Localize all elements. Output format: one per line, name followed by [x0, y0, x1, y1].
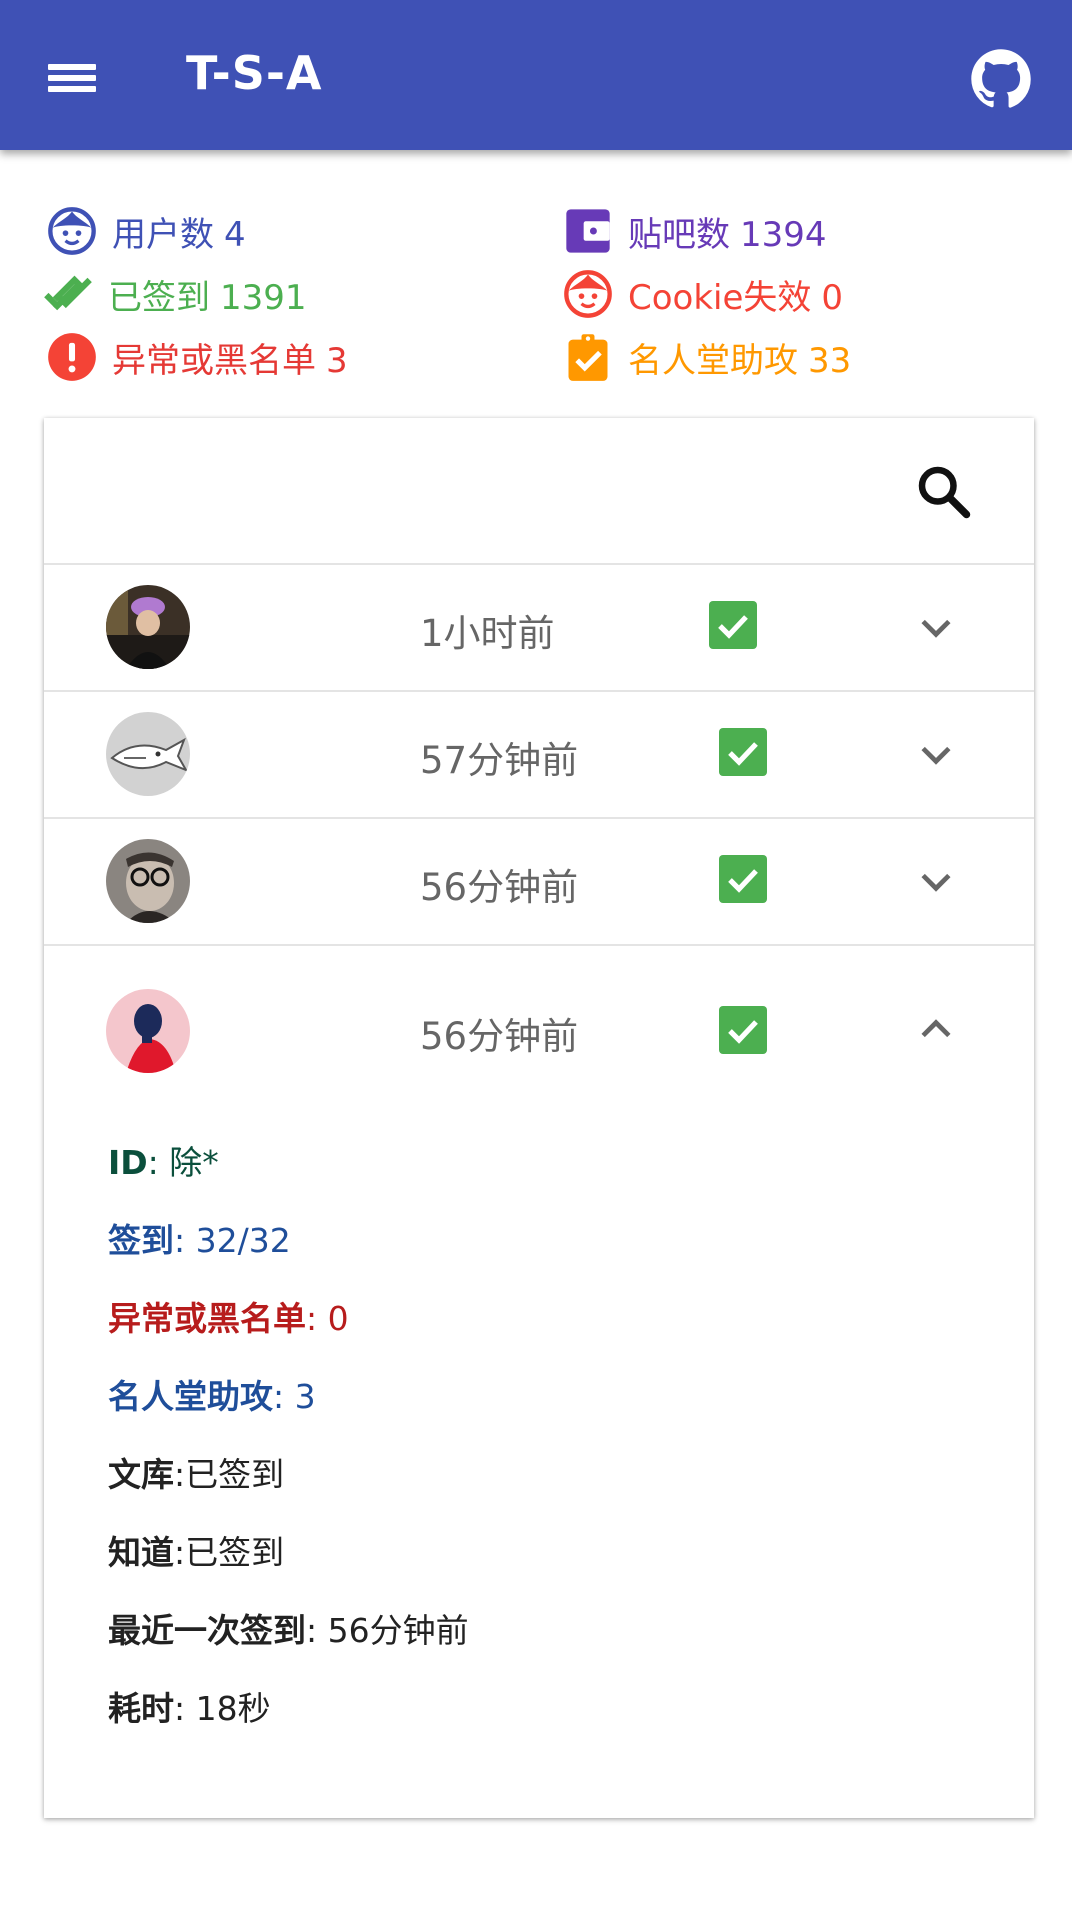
signed-checkbox	[719, 1006, 767, 1054]
stat-label: Cookie失效	[628, 277, 812, 318]
detail-label: 名人堂助攻	[108, 1377, 273, 1416]
stat-label: 名人堂助攻	[628, 340, 798, 381]
chevron-down-icon[interactable]	[914, 732, 958, 776]
user-row[interactable]: 56分钟前	[44, 817, 1034, 944]
clipboard-check-icon	[568, 334, 608, 381]
user-row[interactable]: 57分钟前	[44, 690, 1034, 817]
check-icon	[728, 869, 758, 893]
app-title: T-S-A	[186, 46, 323, 100]
detail-label: 文库	[108, 1455, 174, 1494]
detail-value: : 32/32	[174, 1221, 291, 1260]
alert-icon	[48, 333, 96, 381]
detail-value: : 0	[306, 1299, 349, 1338]
detail-value: : 56分钟前	[306, 1611, 469, 1650]
detail-value: :已签到	[174, 1533, 285, 1572]
check-icon	[728, 1020, 758, 1044]
avatar	[106, 839, 190, 923]
stats-panel: 用户数 4 贴吧数 1394 已签到 1391 Cookie失效 0 异常或黑名…	[0, 200, 1072, 400]
detail-label: 签到	[108, 1221, 174, 1260]
detail-duration: 耗时: 18秒	[108, 1686, 1008, 1764]
detail-value: : 除*	[147, 1143, 219, 1182]
detail-sign: 签到: 32/32	[108, 1218, 1008, 1296]
detail-value: :已签到	[174, 1455, 285, 1494]
detail-zhidao: 知道:已签到	[108, 1530, 1008, 1608]
signed-checkbox	[719, 855, 767, 903]
detail-label: 异常或黑名单	[108, 1299, 306, 1338]
stat-signed: 已签到 1391	[42, 266, 307, 322]
last-sign-time: 1小时前	[420, 612, 555, 655]
menu-icon-bar	[48, 64, 96, 70]
face-icon	[48, 207, 96, 255]
signed-checkbox	[709, 601, 757, 649]
stat-value: 1391	[220, 277, 307, 318]
stat-value: 1394	[740, 214, 827, 255]
check-icon	[718, 615, 748, 639]
last-sign-time: 56分钟前	[420, 1015, 579, 1058]
check-icon	[728, 742, 758, 766]
stat-value: 4	[224, 214, 246, 255]
stat-label: 用户数	[112, 214, 214, 255]
stat-cookie-invalid: Cookie失效 0	[562, 266, 843, 322]
search-bar	[44, 418, 1034, 563]
app-bar: T-S-A	[0, 0, 1072, 150]
last-sign-time: 56分钟前	[420, 866, 579, 909]
menu-button[interactable]	[40, 50, 104, 106]
chevron-up-icon[interactable]	[914, 1008, 958, 1052]
detail-label: 耗时	[108, 1689, 174, 1728]
detail-label: 最近一次签到	[108, 1611, 306, 1650]
stat-value: 33	[808, 340, 852, 381]
detail-label: ID	[108, 1143, 148, 1182]
stat-value: 3	[326, 340, 348, 381]
detail-value: : 18秒	[174, 1689, 271, 1728]
stat-hall-of-fame: 名人堂助攻 33	[562, 329, 851, 385]
github-button[interactable]	[970, 48, 1032, 110]
detail-hall-of-fame: 名人堂助攻: 3	[108, 1374, 1008, 1452]
stat-label: 贴吧数	[628, 214, 730, 255]
avatar	[106, 989, 190, 1073]
double-check-icon	[44, 275, 92, 311]
detail-wenku: 文库:已签到	[108, 1452, 1008, 1530]
face-icon	[564, 270, 612, 318]
chevron-down-icon[interactable]	[914, 605, 958, 649]
chevron-down-icon[interactable]	[914, 859, 958, 903]
detail-last-sign: 最近一次签到: 56分钟前	[108, 1608, 1008, 1686]
wallet-icon	[566, 209, 610, 253]
detail-label: 知道	[108, 1533, 174, 1572]
github-icon	[971, 49, 1031, 108]
detail-abnormal: 异常或黑名单: 0	[108, 1296, 1008, 1374]
detail-value: : 3	[273, 1377, 316, 1416]
user-details: ID: 除* 签到: 32/32 异常或黑名单: 0 名人堂助攻: 3 文库:已…	[108, 1140, 1008, 1764]
menu-icon-bar	[48, 75, 96, 81]
signed-checkbox	[719, 728, 767, 776]
search-icon[interactable]	[914, 462, 974, 522]
last-sign-time: 57分钟前	[420, 739, 579, 782]
menu-icon-bar	[48, 86, 96, 92]
stat-forums: 贴吧数 1394	[562, 203, 827, 259]
avatar	[106, 585, 190, 669]
user-row[interactable]: 1小时前	[44, 563, 1034, 690]
user-row-expanded[interactable]: 56分钟前	[44, 944, 1034, 1114]
stat-abnormal: 异常或黑名单 3	[46, 329, 348, 385]
stat-label: 已签到	[108, 277, 210, 318]
avatar	[106, 712, 190, 796]
detail-id: ID: 除*	[108, 1140, 1008, 1218]
stat-users: 用户数 4	[46, 203, 246, 259]
stat-label: 异常或黑名单	[112, 340, 316, 381]
stat-value: 0	[821, 277, 844, 318]
